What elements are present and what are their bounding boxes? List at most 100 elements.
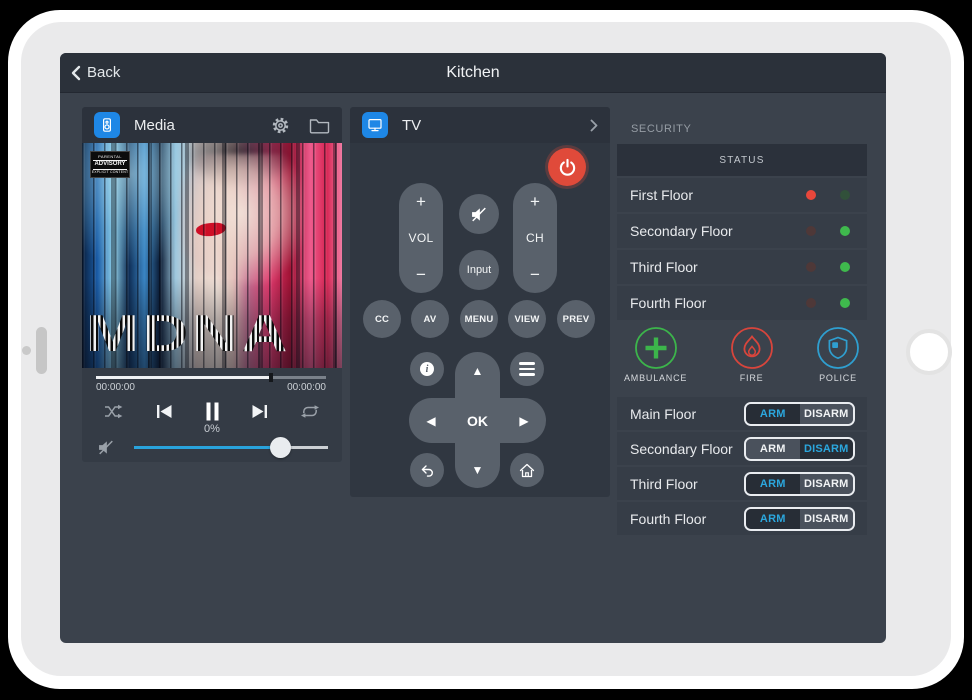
arm-row: Third Floor ARM DISARM — [617, 467, 867, 500]
prev-button[interactable]: PREV — [557, 300, 595, 338]
green-indicator — [840, 190, 850, 200]
red-indicator — [806, 226, 816, 236]
mute-icon[interactable] — [98, 440, 114, 455]
info-icon: i — [420, 362, 434, 376]
av-button[interactable]: AV — [411, 300, 449, 338]
arm-disarm-toggle: ARM DISARM — [744, 437, 855, 461]
dpad-down-button[interactable]: ▼ — [455, 454, 500, 486]
previous-icon — [156, 404, 173, 419]
disarm-button[interactable]: DISARM — [800, 439, 854, 459]
settings-gear-icon[interactable] — [271, 116, 290, 135]
tv-remote: + VOL − Input + CH − — [350, 143, 610, 497]
repeat-button[interactable] — [300, 404, 320, 419]
side-switch[interactable] — [36, 327, 47, 374]
channel-down-button[interactable]: − — [530, 266, 540, 283]
arm-disarm-toggle: ARM DISARM — [744, 402, 855, 426]
back-button[interactable]: Back — [71, 53, 120, 92]
arm-disarm-toggle: ARM DISARM — [744, 507, 855, 531]
dpad-right-button[interactable]: ▶ — [505, 398, 543, 443]
album-title-text: MDNA — [86, 308, 291, 360]
media-controls: 00:00:00 00:00:00 — [82, 368, 342, 462]
info-button[interactable]: i — [410, 352, 444, 386]
tablet-device: Back Kitchen Media — [0, 0, 972, 700]
home-button[interactable] — [510, 453, 544, 487]
disarm-button[interactable]: DISARM — [800, 404, 854, 424]
shuffle-button[interactable] — [104, 404, 124, 419]
green-indicator — [840, 226, 850, 236]
speaker-app-icon — [94, 112, 120, 138]
disarm-button[interactable]: DISARM — [800, 474, 854, 494]
shuffle-icon — [104, 404, 124, 419]
ambulance-button[interactable]: AMBULANCE — [624, 326, 687, 390]
fire-button[interactable]: FIRE — [730, 326, 774, 390]
arm-disarm-list: Main Floor ARM DISARM Secondary Floor AR… — [617, 397, 867, 535]
elapsed-time: 00:00:00 — [96, 382, 135, 393]
arm-button[interactable]: ARM — [746, 509, 800, 529]
arm-button[interactable]: ARM — [746, 474, 800, 494]
volume-up-button[interactable]: + — [416, 193, 426, 210]
view-button[interactable]: VIEW — [508, 300, 546, 338]
progress-fill — [96, 376, 271, 379]
volume-slider[interactable] — [134, 446, 328, 449]
pause-icon — [205, 402, 220, 421]
return-arrow-icon — [420, 464, 434, 477]
progress-handle[interactable] — [269, 373, 273, 382]
next-track-button[interactable] — [251, 404, 268, 419]
status-row: Fourth Floor — [617, 286, 867, 320]
menu-button[interactable]: MENU — [460, 300, 498, 338]
arrow-left-icon: ◀ — [426, 414, 435, 428]
tv-app-icon — [362, 112, 388, 138]
previous-track-button[interactable] — [156, 404, 173, 419]
pause-button[interactable] — [205, 402, 220, 421]
floor-label: Secondary Floor — [630, 441, 733, 457]
repeat-icon — [300, 404, 320, 419]
floor-label: Fourth Floor — [630, 511, 706, 527]
status-row: First Floor — [617, 178, 867, 212]
list-button[interactable] — [510, 352, 544, 386]
disarm-button[interactable]: DISARM — [800, 509, 854, 529]
input-button[interactable]: Input — [459, 250, 499, 290]
dpad-left-button[interactable]: ◀ — [412, 398, 450, 443]
floor-label: Third Floor — [630, 259, 698, 275]
floor-label: Fourth Floor — [630, 295, 706, 311]
tv-mute-button[interactable] — [459, 194, 499, 234]
emergency-buttons: AMBULANCE FIRE — [617, 326, 867, 390]
power-icon — [558, 158, 577, 177]
arrow-down-icon: ▼ — [472, 463, 484, 477]
red-indicator — [806, 298, 816, 308]
security-section-label: SECURITY — [631, 123, 867, 136]
police-button[interactable]: POLICE — [816, 326, 860, 390]
album-artwork: PARENTAL ADVISORY EXPLICIT CONTENT MDNA — [82, 143, 342, 368]
arm-button[interactable]: ARM — [746, 404, 800, 424]
progress-bar[interactable] — [96, 376, 326, 379]
dpad-up-button[interactable]: ▲ — [455, 355, 500, 387]
cc-button[interactable]: CC — [363, 300, 401, 338]
volume-rocker-label: VOL — [409, 231, 434, 245]
flame-icon — [730, 326, 774, 370]
channel-rocker: + CH − — [513, 183, 557, 293]
parental-advisory-label: PARENTAL ADVISORY EXPLICIT CONTENT — [90, 151, 130, 178]
folder-icon[interactable] — [309, 117, 330, 134]
volume-down-button[interactable]: − — [416, 266, 426, 283]
volume-thumb[interactable] — [270, 437, 291, 458]
floor-label: Main Floor — [630, 406, 696, 422]
ok-button[interactable]: OK — [455, 398, 500, 443]
tv-panel-title: TV — [402, 117, 421, 134]
chevron-right-icon[interactable] — [590, 119, 598, 132]
arm-row: Secondary Floor ARM DISARM — [617, 432, 867, 465]
volume-rocker: + VOL − — [399, 183, 443, 293]
media-panel-title: Media — [134, 117, 175, 134]
red-indicator — [806, 190, 816, 200]
floor-label: Third Floor — [630, 476, 698, 492]
return-button[interactable] — [410, 453, 444, 487]
channel-up-button[interactable]: + — [530, 193, 540, 210]
floor-label: First Floor — [630, 187, 693, 203]
device-home-button[interactable] — [906, 329, 952, 375]
shield-icon — [816, 326, 860, 370]
tv-panel-header[interactable]: TV — [350, 107, 610, 143]
home-icon — [518, 462, 536, 479]
arm-button[interactable]: ARM — [746, 439, 800, 459]
hamburger-icon — [519, 362, 535, 375]
power-button[interactable] — [548, 148, 586, 186]
red-indicator — [806, 262, 816, 272]
